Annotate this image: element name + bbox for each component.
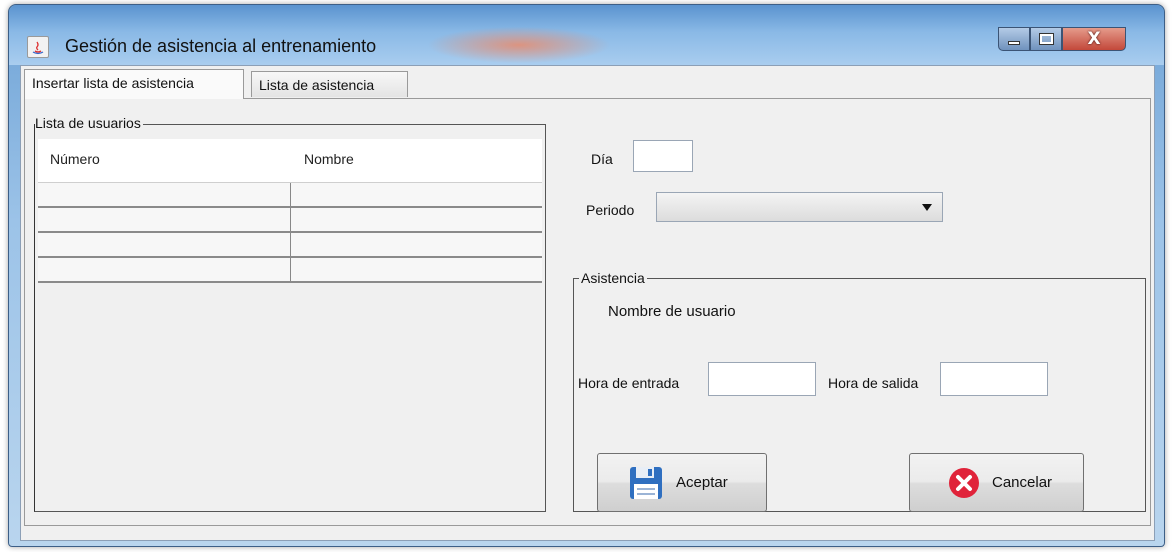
tab-label: Lista de asistencia (259, 76, 375, 93)
hora-salida-input[interactable] (940, 362, 1048, 396)
table-cell-nombre[interactable] (291, 183, 542, 206)
table-cell-nombre[interactable] (291, 258, 542, 281)
cancelar-button[interactable]: Cancelar (909, 453, 1084, 512)
maximize-icon (1038, 33, 1054, 45)
app-window: Gestión de asistencia al entrenamiento X… (8, 4, 1165, 547)
table-cell-numero[interactable] (38, 183, 291, 206)
maximize-button[interactable] (1030, 27, 1062, 51)
table-cell-numero[interactable] (38, 233, 291, 256)
table-cell-numero[interactable] (38, 258, 291, 281)
tab-insertar-lista[interactable]: Insertar lista de asistencia (24, 69, 244, 99)
periodo-label: Periodo (586, 202, 635, 218)
table-row[interactable] (38, 183, 542, 208)
hora-salida-label: Hora de salida (828, 375, 919, 391)
table-cell-nombre[interactable] (291, 233, 542, 256)
table-row[interactable] (38, 233, 542, 258)
aceptar-button[interactable]: Aceptar (597, 453, 767, 512)
hora-entrada-label: Hora de entrada (578, 375, 680, 391)
cancel-x-icon (949, 467, 979, 498)
periodo-select[interactable] (656, 192, 943, 222)
users-table-header: Número Nombre (38, 139, 542, 183)
tab-lista-asistencia[interactable]: Lista de asistencia (251, 71, 408, 97)
java-app-icon (27, 36, 49, 58)
minimize-icon (1008, 41, 1020, 45)
dia-input[interactable] (633, 140, 693, 172)
cancelar-label: Cancelar (992, 474, 1053, 491)
column-header-nombre[interactable]: Nombre (304, 151, 354, 167)
minimize-button[interactable] (998, 27, 1030, 51)
asistencia-groupbox: Asistencia Nombre de usuario Hora de ent… (573, 270, 1146, 512)
tab-panel: Lista de usuarios Número Nombre Día Peri… (24, 98, 1151, 526)
floppy-disk-icon (630, 466, 662, 499)
users-group-title: Lista de usuarios (35, 115, 143, 131)
window-title: Gestión de asistencia al entrenamiento (65, 36, 377, 56)
table-cell-nombre[interactable] (291, 208, 542, 231)
users-groupbox: Lista de usuarios Número Nombre (34, 115, 546, 512)
table-cell-numero[interactable] (38, 208, 291, 231)
dropdown-arrow-icon[interactable] (922, 204, 932, 211)
tab-label: Insertar lista de asistencia (32, 74, 194, 91)
groupbox-border (115, 124, 545, 125)
client-area: Insertar lista de asistencia Lista de as… (20, 65, 1155, 541)
hora-entrada-input[interactable] (708, 362, 816, 396)
table-row[interactable] (38, 208, 542, 233)
close-icon: X (1087, 29, 1101, 49)
users-table (38, 183, 542, 283)
asistencia-group-title: Asistencia (579, 270, 647, 286)
title-bar[interactable]: Gestión de asistencia al entrenamiento X (9, 5, 1164, 65)
user-name-label: Nombre de usuario (608, 303, 736, 320)
dia-label: Día (591, 151, 613, 167)
aceptar-label: Aceptar (676, 474, 728, 491)
table-row[interactable] (38, 258, 542, 283)
close-button[interactable]: X (1062, 27, 1126, 51)
column-header-numero[interactable]: Número (50, 151, 100, 167)
